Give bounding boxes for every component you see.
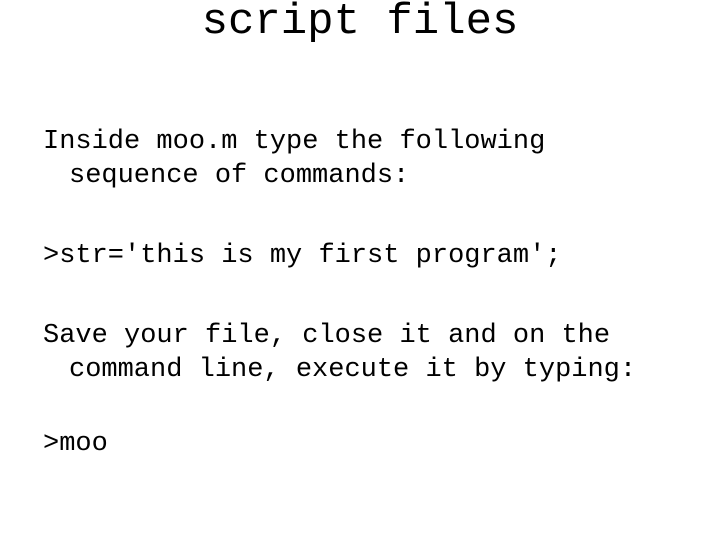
paragraph-line-1: Inside moo.m type the following (43, 127, 546, 157)
paragraph-line-1: Save your file, close it and on the (43, 321, 611, 351)
page-title: script files (201, 0, 519, 47)
paragraph-text: >moo (43, 427, 703, 461)
paragraph-command-run: >moo (43, 359, 703, 529)
command-line-run: >moo (43, 429, 108, 459)
slide-canvas: script files Inside moo.m type the follo… (0, 0, 720, 540)
